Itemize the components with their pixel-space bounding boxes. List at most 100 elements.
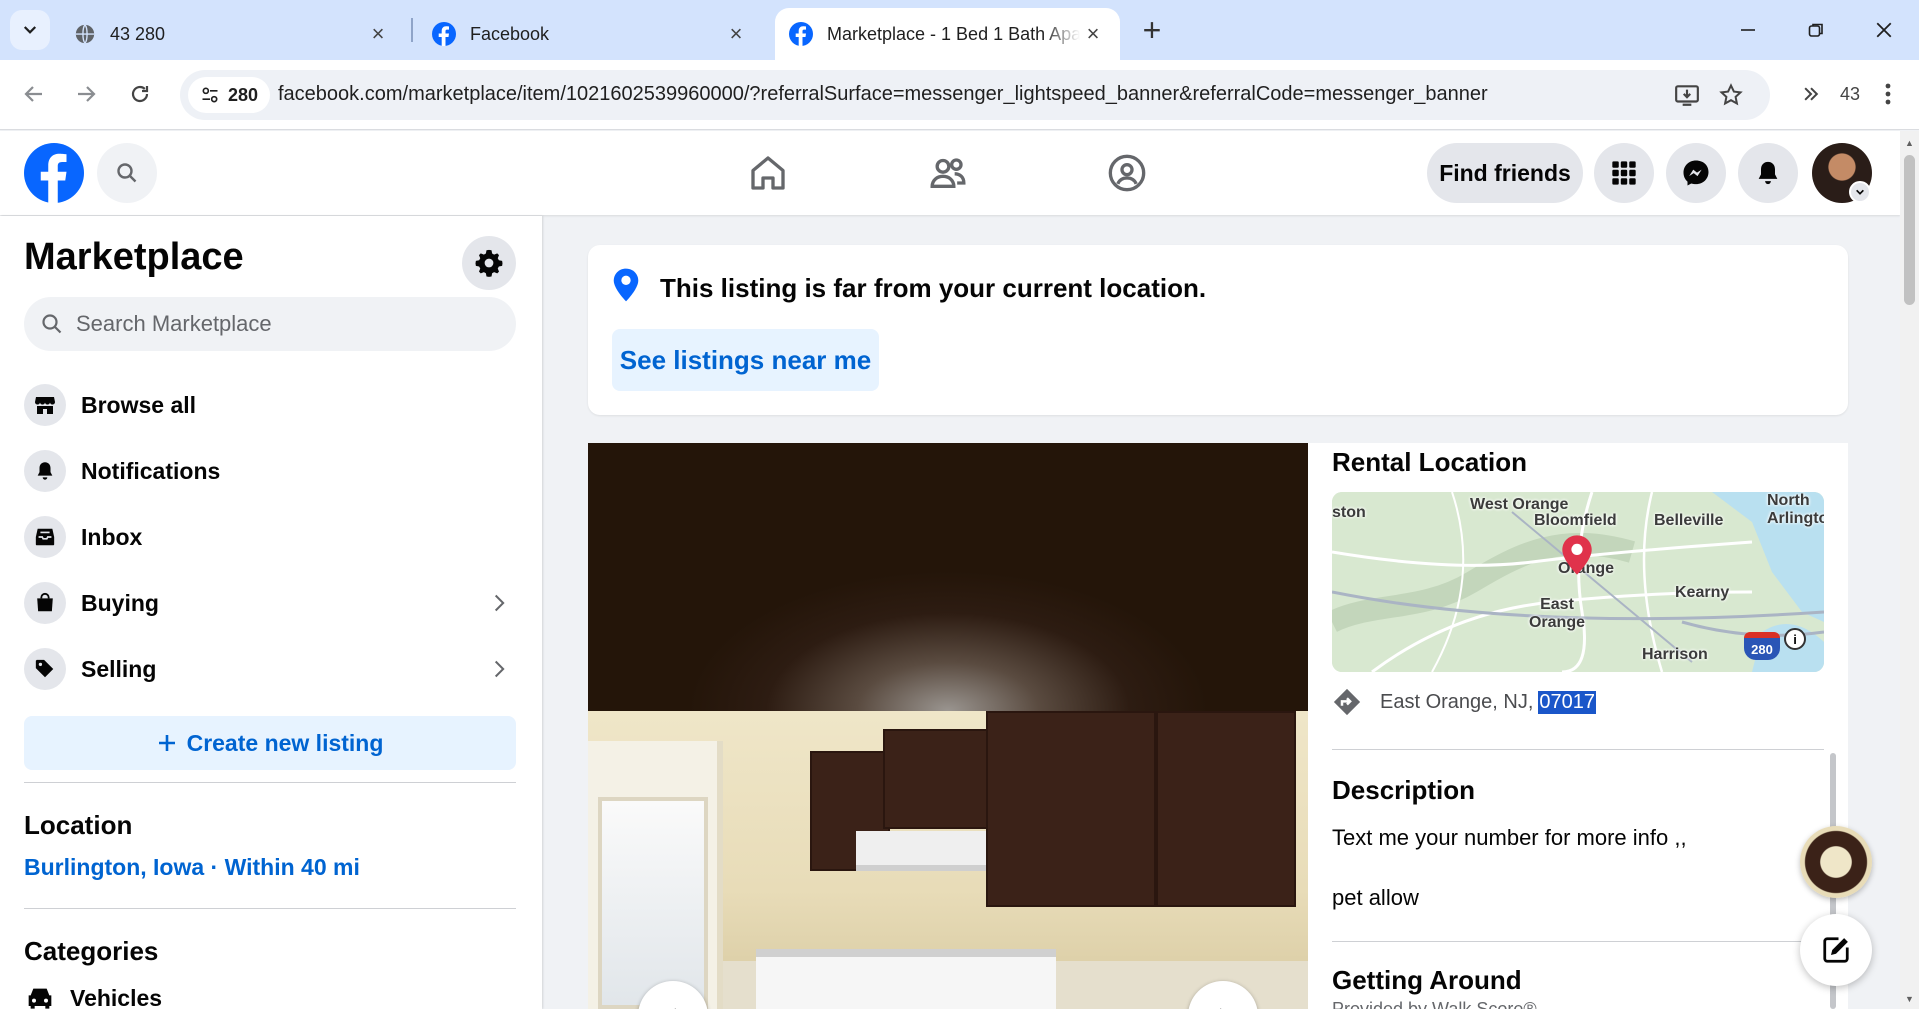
sidebar-item-label: Browse all — [81, 391, 197, 418]
browser-tab-active[interactable]: Marketplace - 1 Bed 1 Bath Apa × — [775, 8, 1120, 60]
getting-around-heading: Getting Around — [1332, 965, 1522, 995]
new-tab-button[interactable]: + — [1136, 12, 1168, 48]
map-label: ston — [1332, 504, 1366, 521]
nav-home[interactable] — [708, 137, 828, 209]
bookmark-star-icon[interactable] — [1716, 80, 1746, 110]
restore-button[interactable] — [1788, 8, 1844, 52]
reload-icon — [131, 85, 149, 103]
close-tab-icon[interactable]: × — [723, 21, 749, 47]
messenger-icon — [1683, 160, 1709, 186]
location-map[interactable]: ston West Orange Bloomfield Belleville N… — [1332, 492, 1824, 672]
site-chip-label: 280 — [227, 84, 259, 105]
tab-search-button[interactable] — [10, 10, 50, 50]
location-filter-link[interactable]: Burlington, Iowa · Within 40 mi — [24, 854, 360, 881]
nav-groups[interactable] — [1067, 137, 1187, 209]
marketplace-settings-button[interactable] — [462, 236, 516, 290]
menu-button[interactable] — [1594, 143, 1654, 203]
close-tab-icon[interactable]: × — [365, 21, 391, 47]
sidebar-item-inbox[interactable]: Inbox — [16, 506, 526, 568]
map-label: Kearny — [1675, 584, 1730, 601]
tune-icon — [202, 87, 218, 103]
browser-tab-strip: 43 280 × Facebook × Marketplace - 1 Bed … — [0, 0, 1919, 60]
reload-button[interactable] — [120, 74, 160, 114]
friends-icon — [930, 158, 966, 188]
url-text[interactable]: facebook.com/marketplace/item/1021602539… — [278, 83, 1488, 106]
plus-icon — [158, 735, 175, 751]
account-chevron-icon[interactable] — [1849, 181, 1871, 203]
extension-badge[interactable]: 43 — [1836, 76, 1864, 112]
address-city: East Orange, NJ, — [1380, 690, 1534, 713]
stove — [756, 949, 1056, 1009]
listing-photo-blurred-top — [588, 443, 1308, 711]
facebook-header: Find friends — [0, 131, 1900, 215]
sidebar-item-label: Buying — [81, 589, 159, 616]
groups-icon — [1108, 154, 1146, 192]
arrow-left-icon — [24, 86, 42, 102]
messenger-button[interactable] — [1666, 143, 1726, 203]
range-hood — [856, 831, 986, 871]
browser-tab[interactable]: Facebook × — [418, 8, 763, 60]
category-item-vehicles[interactable]: Vehicles — [24, 982, 162, 1009]
home-icon — [751, 156, 785, 190]
sidebar-item-notifications[interactable]: Notifications — [16, 440, 526, 502]
facebook-search-button[interactable] — [97, 143, 157, 203]
location-heading: Location — [24, 810, 133, 840]
close-tab-icon[interactable]: × — [1080, 21, 1106, 47]
sidebar-item-label: Selling — [81, 655, 157, 682]
browser-tab[interactable]: 43 280 × — [60, 8, 405, 60]
extensions-overflow-icon[interactable] — [1796, 76, 1826, 112]
notifications-button[interactable] — [1738, 143, 1798, 203]
search-icon — [42, 314, 62, 334]
map-pin-icon — [1562, 535, 1592, 575]
see-listings-near-me-button[interactable]: See listings near me — [612, 329, 879, 391]
listing-photo[interactable] — [588, 443, 1308, 1009]
new-message-button[interactable] — [1800, 914, 1872, 986]
install-app-icon[interactable] — [1672, 80, 1702, 110]
listing-chat-head[interactable] — [1800, 826, 1872, 898]
back-button[interactable] — [14, 74, 54, 114]
tag-icon — [24, 648, 66, 690]
minimize-button[interactable] — [1720, 8, 1776, 52]
gear-icon — [475, 249, 503, 277]
chevron-down-icon — [23, 26, 37, 34]
sidebar-item-browse-all[interactable]: Browse all — [16, 374, 526, 436]
compose-icon — [1823, 937, 1849, 963]
storefront-icon — [24, 384, 66, 426]
cabinet — [1156, 711, 1296, 907]
tab-title: Marketplace - 1 Bed 1 Bath Apa — [827, 23, 1080, 44]
close-icon — [1876, 22, 1892, 38]
map-label: North Arlingto — [1767, 492, 1824, 527]
address-zip-selected: 07017 — [1538, 690, 1597, 714]
scrollbar-thumb[interactable] — [1904, 155, 1915, 305]
marketplace-search-input[interactable]: Search Marketplace — [24, 297, 516, 351]
search-placeholder: Search Marketplace — [76, 311, 272, 336]
chevron-right-icon — [484, 654, 514, 684]
browser-menu-icon[interactable] — [1876, 76, 1900, 112]
scroll-up-icon[interactable]: ▲ — [1904, 137, 1915, 148]
page-scrollbar[interactable]: ▲ ▼ — [1900, 131, 1919, 1009]
notice-text: This listing is far from your current lo… — [660, 273, 1207, 303]
map-label: Bloomfield — [1534, 512, 1617, 529]
nav-friends[interactable] — [888, 137, 1008, 209]
close-window-button[interactable] — [1856, 8, 1912, 52]
map-info-icon[interactable]: i — [1784, 628, 1806, 650]
create-listing-label: Create new listing — [186, 729, 384, 756]
rental-location-heading: Rental Location — [1332, 447, 1528, 477]
listing-details-panel: Rental Location ston West Orange Bloomfi… — [1308, 443, 1848, 1009]
car-icon — [28, 988, 52, 1009]
map-label: East Orange — [1528, 596, 1585, 631]
forward-button[interactable] — [66, 74, 106, 114]
scroll-down-icon[interactable]: ▼ — [1904, 993, 1915, 1004]
site-info-chip[interactable]: 280 — [188, 77, 270, 113]
facebook-logo-icon[interactable] — [24, 143, 84, 203]
category-label: Vehicles — [70, 984, 163, 1009]
chevron-right-icon — [484, 588, 514, 618]
find-friends-button[interactable]: Find friends — [1427, 143, 1583, 203]
directions-icon — [1333, 688, 1361, 716]
sidebar-item-buying[interactable]: Buying — [16, 572, 526, 634]
walk-score-provider: Provided by Walk Score® — [1332, 999, 1537, 1009]
omnibox[interactable]: 280 facebook.com/marketplace/item/102160… — [180, 70, 1770, 120]
divider — [1332, 941, 1824, 942]
create-new-listing-button[interactable]: Create new listing — [24, 716, 516, 770]
sidebar-item-selling[interactable]: Selling — [16, 638, 526, 700]
